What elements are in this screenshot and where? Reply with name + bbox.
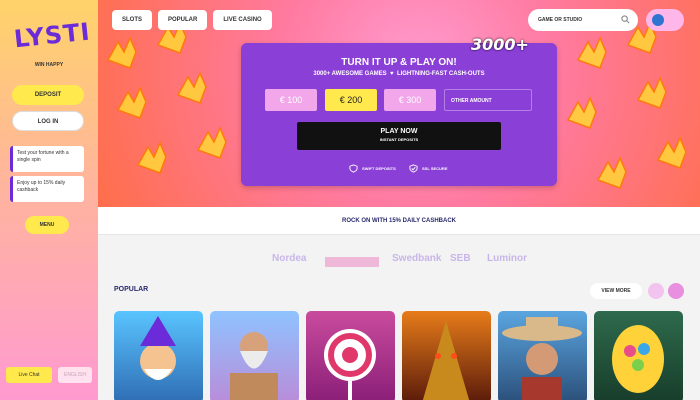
heart-icon: ♥	[388, 71, 396, 77]
cowboy-art	[502, 317, 582, 400]
sidebar: LYSTI WIN HAPPY DEPOSIT LOG IN Test your…	[0, 0, 98, 400]
wizard-art	[140, 316, 176, 380]
zeus-art	[230, 332, 278, 400]
tab-popular[interactable]: POPULAR	[158, 10, 208, 30]
live-chat-button[interactable]: Live Chat	[6, 367, 52, 383]
payment-nordea: Nordea	[272, 253, 307, 264]
deposit-button[interactable]: DEPOSIT	[12, 85, 84, 105]
search-icon	[621, 15, 630, 24]
lollipop-art	[324, 329, 376, 400]
shield-check-icon	[409, 164, 418, 173]
panel-title: TURN IT UP & PLAY ON!	[341, 57, 457, 68]
payment-providers: Nordea Swedbank SEB Luminor	[98, 235, 700, 283]
payment-seb: SEB	[450, 253, 471, 264]
logo[interactable]: LYSTI	[12, 11, 92, 62]
search-input[interactable]: GAME OR STUDIO	[528, 9, 638, 31]
payment-luminor: Luminor	[487, 253, 527, 264]
trust-ssl: SSL SECURE	[409, 164, 448, 173]
payment-swedbank: Swedbank	[392, 253, 442, 264]
amount-300-button[interactable]: € 300	[384, 89, 436, 111]
game-tile-cowboy[interactable]	[498, 311, 587, 400]
game-tile-wizard[interactable]	[114, 311, 203, 400]
amount-100-button[interactable]: € 100	[265, 89, 317, 111]
game-tile-lollipop[interactable]	[306, 311, 395, 400]
top-nav: SLOTS POPULAR LIVE CASINO	[112, 10, 272, 30]
tagline: WIN HAPPY	[34, 62, 64, 68]
amount-200-button[interactable]: € 200	[325, 89, 377, 111]
search-placeholder: GAME OR STUDIO	[538, 17, 583, 23]
tab-live-casino[interactable]: LIVE CASINO	[213, 10, 272, 30]
play-now-label: PLAY NOW	[380, 128, 418, 135]
games-badge: 3000+	[471, 35, 529, 54]
hero-banner: SLOTS POPULAR LIVE CASINO GAME OR STUDIO…	[98, 0, 700, 207]
view-more-button[interactable]: VIEW MORE	[590, 283, 642, 299]
language-selector[interactable]	[646, 9, 684, 31]
trust-swift-label: SWIFT DEPOSITS	[362, 166, 396, 171]
next-arrow-icon[interactable]	[668, 283, 684, 299]
game-tile-egg[interactable]	[594, 311, 683, 400]
trust-swift: SWIFT DEPOSITS	[349, 164, 396, 173]
language-button[interactable]: ENGLISH	[58, 367, 92, 383]
promo-card-spin[interactable]: Test your fortune with a single spin	[10, 146, 84, 172]
promo-card-cashback[interactable]: Enjoy up to 15% daily cashback	[10, 176, 84, 202]
game-tile-pharaoh[interactable]	[402, 311, 491, 400]
payment-bank-logo	[325, 257, 379, 267]
menu-button[interactable]: MENU	[25, 216, 69, 234]
other-amount-input[interactable]: OTHER AMOUNT	[444, 89, 532, 111]
deposit-panel: 3000+ TURN IT UP & PLAY ON! 3000+ AWESOM…	[241, 35, 557, 186]
play-now-sub: INSTANT DEPOSITS	[379, 137, 419, 142]
popular-title: POPULAR	[114, 286, 149, 293]
trust-ssl-label: SSL SECURE	[422, 166, 448, 171]
subtitle-games: 3000+ AWESOME GAMES	[313, 71, 387, 77]
subtitle-cashouts: LIGHTNING-FAST CASH-OUTS	[396, 71, 485, 77]
globe-icon	[652, 14, 664, 26]
login-button[interactable]: LOG IN	[12, 111, 84, 131]
pharaoh-art	[422, 321, 470, 400]
prev-arrow-icon[interactable]	[648, 283, 664, 299]
game-tile-zeus[interactable]	[210, 311, 299, 400]
tab-slots[interactable]: SLOTS	[112, 10, 153, 30]
panel-subtitle: 3000+ AWESOME GAMES ♥ LIGHTNING-FAST CAS…	[241, 71, 557, 77]
egg-art	[612, 325, 664, 393]
shield-icon	[349, 164, 358, 173]
play-now-button[interactable]: PLAY NOW INSTANT DEPOSITS	[297, 122, 501, 150]
cashback-banner[interactable]: ROCK ON WITH 15% DAILY CASHBACK	[98, 207, 700, 235]
